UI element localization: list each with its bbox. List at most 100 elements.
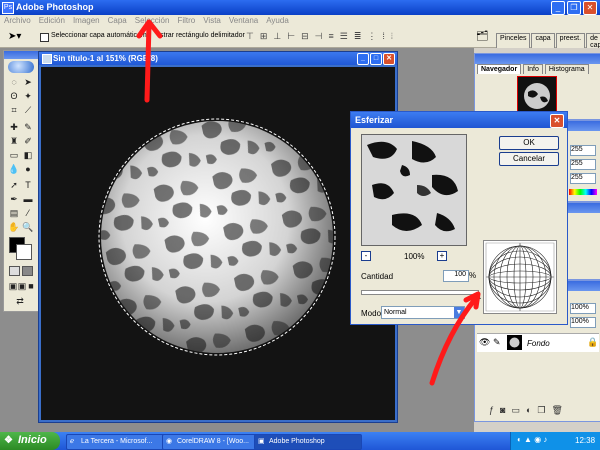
eye-icon[interactable]: 👁: [479, 337, 490, 348]
color-r-field[interactable]: 255: [570, 145, 596, 156]
minimize-button[interactable]: _: [551, 1, 565, 15]
close-button[interactable]: ✕: [583, 1, 597, 15]
eraser-tool-icon[interactable]: ▭: [8, 149, 20, 161]
task-label: Adobe Photoshop: [269, 438, 325, 445]
distribute-middle-icon[interactable]: ☰: [340, 31, 348, 43]
zoom-out-button[interactable]: -: [361, 251, 371, 261]
autoselect-checkbox[interactable]: [40, 33, 49, 42]
layer-style-icon[interactable]: ƒ: [489, 405, 494, 416]
cancel-button[interactable]: Cancelar: [499, 152, 559, 166]
align-buttons: ⊤ ⊞ ⊥ ⊢ ⊟ ⊣ ≡ ☰ ≣ ⋮ ⁞ ⦙: [246, 31, 446, 43]
doc-minimize-button[interactable]: _: [357, 53, 369, 65]
task-la-tercera[interactable]: ℯ La Tercera - Microsof...: [66, 434, 174, 450]
layer-mask-icon[interactable]: ◙: [500, 405, 505, 416]
imageready-icon[interactable]: ⇄: [14, 295, 26, 307]
hand-tool-icon[interactable]: ✋: [8, 221, 20, 233]
navigator-thumbnail[interactable]: [517, 76, 557, 116]
tab-navegador[interactable]: Navegador: [477, 64, 522, 74]
align-top-icon[interactable]: ⊤: [246, 31, 254, 43]
amount-slider-thumb[interactable]: [473, 293, 481, 299]
lasso-tool-icon[interactable]: ʘ: [8, 90, 20, 102]
document-canvas[interactable]: [41, 67, 395, 420]
distribute-center-icon[interactable]: ⁞: [382, 31, 385, 43]
align-middle-icon[interactable]: ⊞: [260, 31, 268, 43]
menu-ayuda[interactable]: Ayuda: [262, 15, 293, 27]
gradient-tool-icon[interactable]: ◧: [22, 149, 34, 161]
zoom-tool-icon[interactable]: 🔍: [22, 221, 34, 233]
eyedropper-icon[interactable]: ⁄: [22, 207, 34, 219]
task-coreldraw[interactable]: ◉ CorelDRAW 8 - [Woo...: [162, 434, 266, 450]
start-button[interactable]: ❖ Inicio: [0, 432, 60, 450]
shape-tool-icon[interactable]: ▬: [22, 193, 34, 205]
menu-archivo[interactable]: Archivo: [0, 15, 35, 27]
layer-opacity-field[interactable]: 100%: [570, 303, 596, 314]
filter-preview[interactable]: [361, 134, 467, 246]
clock: 12:38: [575, 436, 596, 445]
distribute-top-icon[interactable]: ≡: [328, 31, 333, 43]
amount-field[interactable]: 100: [443, 270, 469, 282]
align-center-icon[interactable]: ⊟: [301, 31, 309, 43]
color-g-field[interactable]: 255: [570, 159, 596, 170]
zoom-in-button[interactable]: +: [437, 251, 447, 261]
ok-button[interactable]: OK: [499, 136, 559, 150]
menu-seleccion[interactable]: Selección: [131, 15, 174, 27]
new-layer-icon[interactable]: ❐: [537, 405, 545, 416]
distribute-right-icon[interactable]: ⦙: [391, 31, 393, 43]
magic-wand-icon[interactable]: ✦: [22, 90, 34, 102]
menu-filtro[interactable]: Filtro: [173, 15, 199, 27]
file-browser-icon[interactable]: 🗂: [476, 31, 489, 42]
dodge-tool-icon[interactable]: ●: [22, 163, 34, 175]
task-photoshop[interactable]: ▣ Adobe Photoshop: [254, 434, 362, 450]
marquee-tool-icon[interactable]: ◌: [8, 76, 20, 88]
menu-imagen[interactable]: Imagen: [69, 15, 104, 27]
stamp-tool-icon[interactable]: ♜: [8, 135, 20, 147]
adobe-online-icon[interactable]: [8, 61, 34, 73]
trash-icon[interactable]: 🗑: [551, 405, 562, 416]
type-tool-icon[interactable]: T: [22, 179, 34, 191]
coreldraw-icon: ◉: [166, 438, 173, 445]
color-ramp[interactable]: [569, 189, 597, 195]
doc-close-button[interactable]: ✕: [383, 53, 395, 65]
amount-slider-track[interactable]: [361, 290, 479, 295]
maximize-button[interactable]: ❐: [567, 1, 581, 15]
menu-capa[interactable]: Capa: [104, 15, 131, 27]
layer-name: Fondo: [527, 339, 550, 348]
distribute-left-icon[interactable]: ⋮: [367, 31, 376, 43]
slice-tool-icon[interactable]: ⟋: [22, 104, 34, 116]
background-color-swatch[interactable]: [16, 244, 32, 260]
align-right-icon[interactable]: ⊣: [315, 31, 323, 43]
tray-icons[interactable]: ◐ ▲ ◉ ♪: [517, 435, 547, 444]
menu-edicion[interactable]: Edición: [35, 15, 69, 27]
layer-set-icon[interactable]: ▭: [511, 405, 520, 416]
task-label: CorelDRAW 8 - [Woo...: [177, 438, 249, 445]
move-tool-icon[interactable]: ➤▾: [8, 31, 21, 42]
crop-tool-icon[interactable]: ⌗: [8, 104, 20, 116]
healing-brush-icon[interactable]: ✚: [8, 121, 20, 133]
notes-tool-icon[interactable]: ▤: [8, 207, 20, 219]
move-tool-icon[interactable]: ➤: [22, 76, 34, 88]
mode-select[interactable]: Normal ▼: [381, 306, 465, 319]
align-bottom-icon[interactable]: ⊥: [273, 31, 281, 43]
menu-ventana[interactable]: Ventana: [225, 15, 262, 27]
menu-vista[interactable]: Vista: [199, 15, 225, 27]
pen-tool-icon[interactable]: ✒: [8, 193, 20, 205]
layer-row[interactable]: 👁 ✎ Fondo 🔒: [477, 333, 599, 352]
chevron-down-icon[interactable]: ▼: [454, 307, 464, 318]
tab-histograma[interactable]: Histograma: [544, 64, 589, 74]
doc-maximize-button[interactable]: □: [370, 53, 382, 65]
color-b-field[interactable]: 255: [570, 173, 596, 184]
quickmask-mode-icon[interactable]: [22, 266, 33, 276]
tab-info[interactable]: Info: [523, 64, 543, 74]
align-left-icon[interactable]: ⊢: [287, 31, 295, 43]
blur-tool-icon[interactable]: 💧: [8, 163, 20, 175]
dialog-close-button[interactable]: ✕: [550, 114, 564, 128]
sphere-artwork: [98, 118, 336, 356]
adjustment-layer-icon[interactable]: ◐: [526, 405, 531, 416]
layer-fill-field[interactable]: 100%: [570, 317, 596, 328]
path-select-icon[interactable]: ➚: [8, 179, 20, 191]
standard-mode-icon[interactable]: [9, 266, 20, 276]
screen-mode-full-icon[interactable]: ■: [25, 280, 37, 292]
brush-tool-icon[interactable]: ✎: [22, 121, 34, 133]
distribute-bottom-icon[interactable]: ≣: [354, 31, 362, 43]
history-brush-icon[interactable]: ✐: [22, 135, 34, 147]
